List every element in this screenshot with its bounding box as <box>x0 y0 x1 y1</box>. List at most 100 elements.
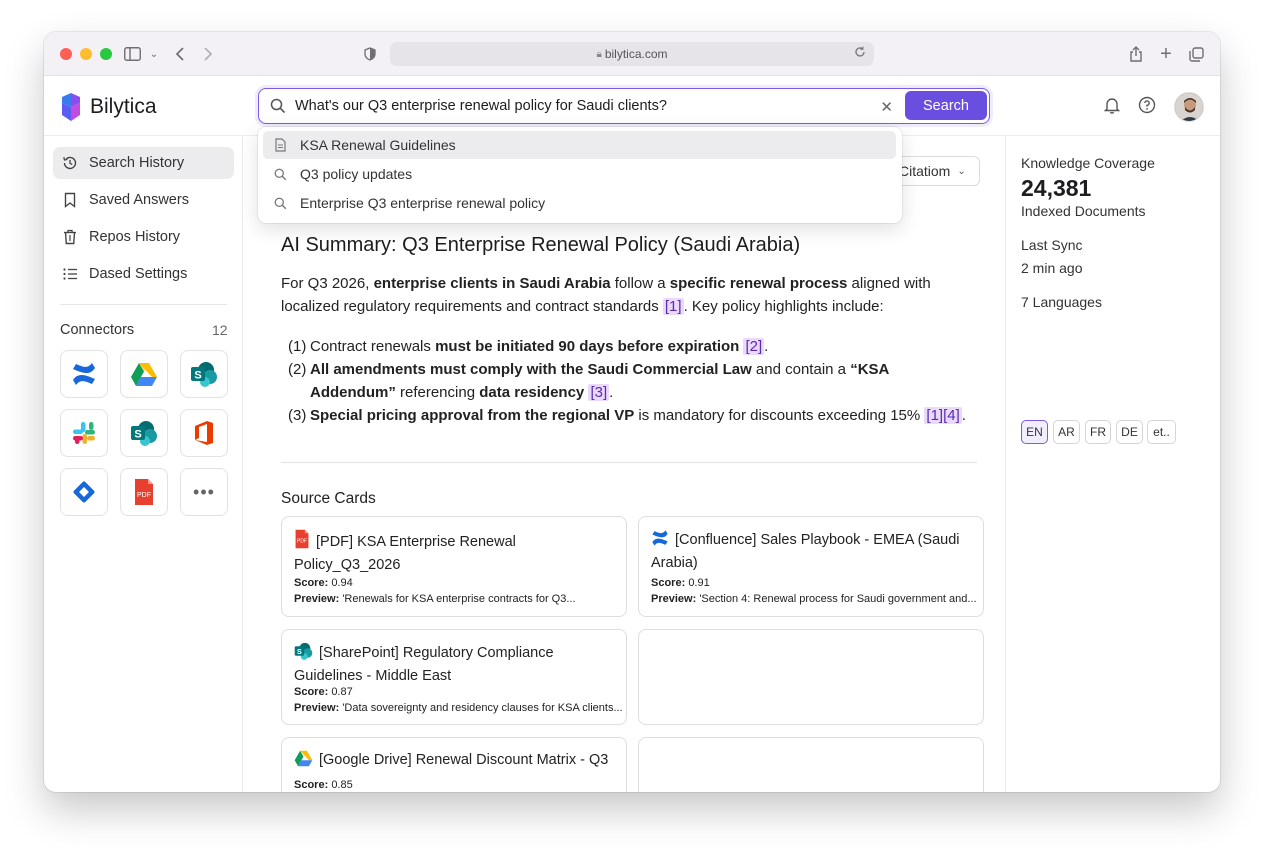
connectors-title: Connectors <box>60 322 135 338</box>
language-chip-fr[interactable]: FR <box>1085 420 1111 444</box>
sharepoint-icon: S <box>131 421 157 446</box>
list-item: (3) Special pricing approval from the re… <box>288 404 968 427</box>
citation-link[interactable]: [3] <box>588 384 610 401</box>
address-bar[interactable]: 🔒︎ bilytica.com <box>390 42 874 66</box>
para-bold: specific renewal process <box>669 275 848 292</box>
connector-office[interactable] <box>180 409 228 457</box>
sidebar-item-dased-settings[interactable]: Dased Settings <box>53 258 234 290</box>
citation-link[interactable]: [1][4] <box>924 407 962 424</box>
connector-google-drive[interactable] <box>120 350 168 398</box>
app-logo[interactable]: Bilytica <box>60 93 157 121</box>
sidebar-item-saved-answers[interactable]: Saved Answers <box>53 184 234 216</box>
svg-text:S: S <box>194 370 201 382</box>
language-chip-more[interactable]: et.. <box>1147 420 1176 444</box>
connector-more[interactable]: ••• <box>180 468 228 516</box>
citation-link[interactable]: [2] <box>743 338 765 355</box>
close-window-button[interactable] <box>60 48 72 60</box>
svg-text:PDF: PDF <box>137 492 151 499</box>
minimize-window-button[interactable] <box>80 48 92 60</box>
source-card[interactable]: [Google Drive] Renewal Discount Matrix -… <box>281 737 627 792</box>
more-dots-icon: ••• <box>193 481 215 502</box>
clear-search-icon[interactable]: ✕ <box>880 98 893 116</box>
list-number: (3) <box>288 407 307 424</box>
sharepoint-icon: S <box>191 362 217 387</box>
score-value: 0.91 <box>688 577 710 589</box>
slack-icon <box>73 422 95 444</box>
para-text: . Key policy highlights include: <box>683 298 884 315</box>
score-value: 0.85 <box>331 779 353 791</box>
main-content: Citatiom ⌄ AI Summary: Q3 Enterprise Ren… <box>244 136 1004 792</box>
sidebar-divider <box>60 304 227 305</box>
back-icon[interactable] <box>170 44 190 64</box>
card-preview: Preview: 'Data sovereignty and residency… <box>294 702 623 714</box>
source-card-placeholder <box>638 629 984 725</box>
score-label: Score: <box>294 577 329 589</box>
connector-pdf[interactable]: PDF <box>120 468 168 516</box>
help-icon[interactable] <box>1138 96 1156 119</box>
app-name: Bilytica <box>90 95 157 118</box>
connector-slack[interactable] <box>60 409 108 457</box>
connector-sharepoint-2[interactable]: S <box>120 409 168 457</box>
sidebar-item-repos-history[interactable]: Repos History <box>53 221 234 253</box>
preview-text: 'Section 4: Renewal process for Saudi go… <box>699 593 977 605</box>
list-bold: Special pricing approval from the region… <box>310 407 635 424</box>
sidebar-item-search-history[interactable]: Search History <box>53 147 234 179</box>
connector-confluence[interactable] <box>60 350 108 398</box>
search-box: ✕ Search <box>258 88 990 124</box>
svg-text:S: S <box>297 647 302 656</box>
score-label: Score: <box>651 577 686 589</box>
card-preview: Preview: 'Section 4: Renewal process for… <box>651 593 977 605</box>
coverage-sub: Indexed Documents <box>1021 203 1146 219</box>
section-divider <box>281 462 977 463</box>
connector-jira[interactable] <box>60 468 108 516</box>
card-title: [SharePoint] Regulatory Compliance Guide… <box>294 645 554 684</box>
card-title: [Confluence] Sales Playbook - EMEA (Saud… <box>651 532 960 571</box>
new-tab-icon[interactable]: + <box>1156 43 1176 65</box>
citation-link[interactable]: [1] <box>662 298 684 315</box>
google-drive-icon <box>131 362 157 386</box>
card-score: Score: 0.91 <box>651 577 710 589</box>
privacy-shield-icon[interactable] <box>360 44 380 64</box>
user-avatar[interactable] <box>1174 92 1204 122</box>
source-card[interactable]: PDF [PDF] KSA Enterprise Renewal Policy_Q… <box>281 516 627 617</box>
browser-window: ⌄ 🔒︎ bilytica.com + Bilytica What's our … <box>44 32 1220 792</box>
language-chip-ar[interactable]: AR <box>1053 420 1080 444</box>
language-chip-en[interactable]: EN <box>1021 420 1048 444</box>
forward-icon[interactable] <box>198 44 218 64</box>
connector-sharepoint[interactable]: S <box>180 350 228 398</box>
pdf-icon: PDF <box>294 529 310 555</box>
suggestion-label: Q3 policy updates <box>300 166 413 182</box>
citation-dropdown[interactable]: Citatiom ⌄ <box>890 156 980 186</box>
lock-icon: 🔒︎ <box>596 48 602 60</box>
sidebar-toggle-icon[interactable] <box>122 44 142 64</box>
bilytica-logo-icon <box>62 93 80 121</box>
summary-title: AI Summary: Q3 Enterprise Renewal Policy… <box>281 234 801 256</box>
summary-paragraph: For Q3 2026, enterprise clients in Saudi… <box>281 272 941 318</box>
language-chip-de[interactable]: DE <box>1116 420 1143 444</box>
source-card-placeholder <box>638 737 984 792</box>
search-input[interactable] <box>295 89 855 122</box>
zoom-window-button[interactable] <box>100 48 112 60</box>
connectors-count: 12 <box>212 322 228 338</box>
suggestion-item[interactable]: Q3 policy updates <box>263 160 896 188</box>
tabs-overview-icon[interactable] <box>1186 44 1206 64</box>
notifications-bell-icon[interactable] <box>1103 96 1121 119</box>
suggestion-item[interactable]: KSA Renewal Guidelines <box>263 131 896 159</box>
reload-icon[interactable] <box>854 46 866 61</box>
chevron-down-icon[interactable]: ⌄ <box>144 44 164 64</box>
list-bold: data residency <box>479 384 585 401</box>
card-score: Score: 0.87 <box>294 686 353 698</box>
suggestion-item[interactable]: Enterprise Q3 enterprise renewal policy <box>263 189 896 217</box>
source-card[interactable]: S [SharePoint] Regulatory Compliance Guid… <box>281 629 627 725</box>
office-icon <box>195 421 213 445</box>
left-sidebar: Search History Saved Answers Repos Histo… <box>44 136 243 792</box>
share-icon[interactable] <box>1126 44 1146 64</box>
list-text: and contain a <box>751 361 851 378</box>
sidebar-item-label: Repos History <box>89 229 181 245</box>
jira-icon <box>73 481 95 503</box>
card-score: Score: 0.94 <box>294 577 353 589</box>
list-bold: must be initiated 90 days before expirat… <box>435 338 740 355</box>
search-button[interactable]: Search <box>905 91 987 120</box>
source-card[interactable]: [Confluence] Sales Playbook - EMEA (Saud… <box>638 516 984 617</box>
sync-label: Last Sync <box>1021 237 1083 253</box>
